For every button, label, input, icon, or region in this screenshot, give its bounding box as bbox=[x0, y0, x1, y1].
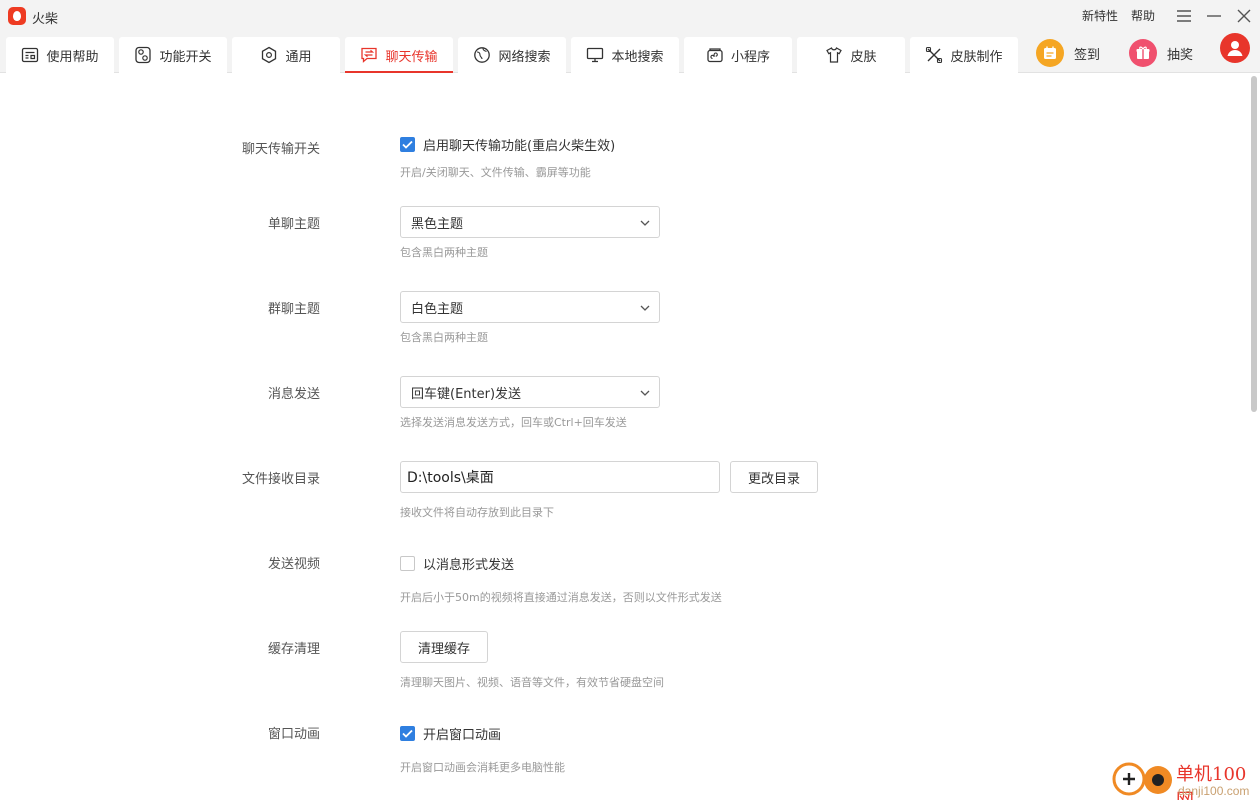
send-key-desc: 选择发送消息发送方式，回车或Ctrl+回车发送 bbox=[400, 416, 627, 429]
tab-web-search[interactable]: 网络搜索 bbox=[458, 37, 566, 73]
send-video-desc: 开启后小于50m的视频将直接通过消息发送，否则以文件形式发送 bbox=[400, 591, 722, 604]
cache-label: 缓存清理 bbox=[267, 642, 320, 657]
tab-general[interactable]: 通用 bbox=[232, 37, 340, 73]
tab-mini-program[interactable]: 小程序 bbox=[684, 37, 792, 73]
tab-label: 网络搜索 bbox=[498, 49, 551, 65]
change-dir-button[interactable]: 更改目录 bbox=[730, 461, 818, 493]
checkin-label: 签到 bbox=[1074, 47, 1101, 63]
group-theme-desc: 包含黑白两种主题 bbox=[400, 331, 488, 344]
tab-label: 本地搜索 bbox=[611, 49, 664, 65]
send-video-checkbox[interactable]: 以消息形式发送 bbox=[400, 554, 514, 573]
chat-switch-checkbox[interactable]: 启用聊天传输功能(重启火柴生效) bbox=[400, 135, 615, 154]
title-bar: 火柴 新特性 帮助 bbox=[0, 0, 1260, 34]
tab-chat-transfer[interactable]: 聊天传输 bbox=[345, 37, 453, 73]
tab-label: 聊天传输 bbox=[385, 49, 438, 65]
calendar-icon bbox=[1036, 39, 1064, 67]
tab-label: 使用帮助 bbox=[46, 49, 99, 65]
mini-program-icon bbox=[707, 48, 723, 63]
tab-label: 通用 bbox=[285, 49, 312, 65]
send-key-select[interactable]: 回车键(Enter)发送 bbox=[400, 376, 660, 408]
watermark-url: danji100.com bbox=[1178, 784, 1250, 798]
send-key-value: 回车键(Enter)发送 bbox=[411, 386, 522, 402]
chevron-down-icon bbox=[640, 220, 650, 226]
window-anim-label: 窗口动画 bbox=[267, 727, 320, 742]
tshirt-icon bbox=[826, 47, 843, 63]
send-key-label: 消息发送 bbox=[267, 387, 320, 402]
send-video-label: 发送视频 bbox=[267, 557, 320, 572]
window-anim-option: 开启窗口动画 bbox=[423, 728, 502, 743]
checkin-button[interactable]: 签到 bbox=[1036, 35, 1100, 71]
globe-icon bbox=[474, 47, 491, 63]
chat-switch-desc: 开启/关闭聊天、文件传输、霸屏等功能 bbox=[400, 166, 591, 179]
checkbox-checked-icon bbox=[400, 137, 415, 152]
toggle-switch-icon bbox=[135, 46, 152, 64]
tab-label: 皮肤 bbox=[850, 49, 877, 65]
group-theme-select[interactable]: 白色主题 bbox=[400, 291, 660, 323]
recv-dir-label: 文件接收目录 bbox=[241, 472, 320, 487]
clear-cache-button[interactable]: 清理缓存 bbox=[400, 631, 488, 663]
help-link[interactable]: 帮助 bbox=[1131, 7, 1155, 24]
single-theme-value: 黑色主题 bbox=[411, 216, 464, 232]
app-title: 火柴 bbox=[32, 12, 59, 27]
recv-dir-desc: 接收文件将自动存放到此目录下 bbox=[400, 506, 554, 519]
chevron-down-icon bbox=[640, 305, 650, 311]
vertical-scrollbar[interactable] bbox=[1251, 76, 1257, 412]
tab-label: 小程序 bbox=[730, 49, 770, 65]
recv-dir-input[interactable]: D:\tools\桌面 bbox=[400, 461, 720, 493]
single-theme-desc: 包含黑白两种主题 bbox=[400, 246, 488, 259]
tab-local-search[interactable]: 本地搜索 bbox=[571, 37, 679, 73]
single-theme-select[interactable]: 黑色主题 bbox=[400, 206, 660, 238]
help-doc-icon bbox=[22, 47, 39, 63]
close-icon[interactable] bbox=[1231, 4, 1257, 28]
cache-desc: 清理聊天图片、视频、语音等文件，有效节省硬盘空间 bbox=[400, 676, 664, 689]
tab-label: 皮肤制作 bbox=[950, 49, 1003, 65]
send-video-option: 以消息形式发送 bbox=[423, 558, 515, 573]
tab-skin-making[interactable]: 皮肤制作 bbox=[910, 37, 1018, 73]
tab-skin[interactable]: 皮肤 bbox=[797, 37, 905, 73]
tab-label: 功能开关 bbox=[159, 49, 212, 65]
brush-tools-icon bbox=[926, 46, 943, 64]
hexagon-settings-icon bbox=[262, 46, 277, 64]
app-logo-icon bbox=[8, 7, 26, 25]
chat-switch-label: 聊天传输开关 bbox=[241, 142, 320, 157]
chat-switch-option: 启用聊天传输功能(重启火柴生效) bbox=[423, 139, 616, 154]
checkbox-checked-icon bbox=[400, 726, 415, 741]
lottery-label: 抽奖 bbox=[1167, 47, 1194, 63]
chat-transfer-icon bbox=[361, 47, 378, 63]
tab-feature-switch[interactable]: 功能开关 bbox=[119, 37, 227, 73]
chevron-down-icon bbox=[640, 390, 650, 396]
tab-bar: 使用帮助 功能开关 通用 聊天传输 网络搜索 本地搜索 小程序 皮肤 皮肤制作 … bbox=[0, 34, 1260, 73]
avatar[interactable] bbox=[1220, 33, 1250, 63]
monitor-icon bbox=[587, 47, 604, 63]
user-icon bbox=[1227, 41, 1243, 56]
gift-icon bbox=[1129, 39, 1157, 67]
group-theme-value: 白色主题 bbox=[411, 301, 464, 317]
window-anim-checkbox[interactable]: 开启窗口动画 bbox=[400, 724, 501, 743]
checkbox-unchecked-icon bbox=[400, 556, 415, 571]
new-features-link[interactable]: 新特性 bbox=[1082, 7, 1118, 24]
window-anim-desc: 开启窗口动画会消耗更多电脑性能 bbox=[400, 761, 565, 774]
single-theme-label: 单聊主题 bbox=[267, 217, 320, 232]
menu-icon[interactable] bbox=[1171, 4, 1197, 28]
lottery-button[interactable]: 抽奖 bbox=[1129, 35, 1193, 71]
tab-usage-help[interactable]: 使用帮助 bbox=[6, 37, 114, 73]
minimize-icon[interactable] bbox=[1201, 4, 1227, 28]
group-theme-label: 群聊主题 bbox=[267, 302, 320, 317]
